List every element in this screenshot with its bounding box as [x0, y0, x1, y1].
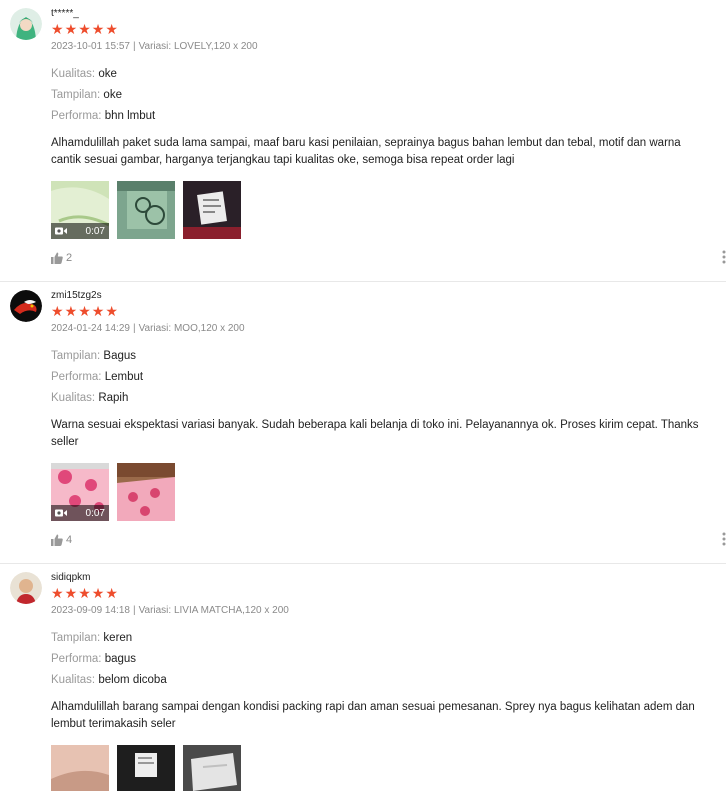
- star-icon: ★: [91, 21, 105, 37]
- review-item: zmi15tzg2s ★ ★ ★ ★ ★ 2024-01-24 14:29 | Va…: [0, 282, 726, 564]
- star-icon: ★: [78, 585, 91, 601]
- attribute-label: Kualitas:: [51, 68, 96, 80]
- avatar[interactable]: [10, 290, 42, 322]
- like-count: 4: [66, 534, 73, 546]
- review-media: 0:07: [51, 181, 726, 239]
- thumbs-up-icon: [51, 252, 63, 264]
- video-duration: 0:07: [85, 225, 105, 237]
- attribute-value: belom dicoba: [98, 674, 167, 686]
- review-video-thumbnail[interactable]: 0:07: [51, 181, 109, 239]
- review-author: zmi15tzg2s: [51, 290, 102, 301]
- variation-label: Variasi:: [138, 41, 172, 52]
- attribute-value: oke: [98, 68, 117, 80]
- variation-value: LIVIA MATCHA,120 x 200: [173, 605, 289, 616]
- review-image-thumbnail[interactable]: [183, 181, 241, 239]
- review-image-thumbnail[interactable]: [117, 745, 175, 791]
- attribute-label: Kualitas:: [51, 674, 96, 686]
- video-camera-icon: [55, 509, 67, 517]
- star-icon: ★: [51, 21, 64, 37]
- rating-stars: ★ ★ ★ ★ ★: [51, 585, 726, 601]
- star-icon: ★: [91, 585, 105, 601]
- attribute-value: bhn lmbut: [104, 110, 156, 122]
- review-attributes: Kualitas: oke Tampilan: oke Performa: bh…: [51, 67, 726, 130]
- like-count: 2: [66, 252, 73, 264]
- like-button[interactable]: 4: [51, 534, 72, 546]
- thumbs-up-icon: [51, 534, 63, 546]
- attribute-row: Performa: bagus: [51, 652, 726, 673]
- review-attributes: Tampilan: keren Performa: bagus Kualitas…: [51, 631, 726, 694]
- attribute-value: keren: [103, 632, 133, 644]
- attribute-row: Tampilan: Bagus: [51, 349, 726, 370]
- video-camera-icon: [55, 227, 67, 235]
- attribute-row: Tampilan: keren: [51, 631, 726, 652]
- star-icon: ★: [78, 303, 91, 319]
- star-icon: ★: [105, 21, 118, 37]
- review-author: sidiqpkm: [51, 572, 91, 583]
- variation-value: LOVELY,120 x 200: [173, 41, 258, 52]
- video-overlay: 0:07: [51, 505, 109, 521]
- attribute-label: Performa:: [51, 653, 102, 665]
- review-date: 2024-01-24 14:29: [51, 323, 130, 334]
- star-icon: ★: [105, 585, 118, 601]
- review-item: t*****_ ★ ★ ★ ★ ★ 2023-10-01 15:57 | Varia…: [0, 0, 726, 282]
- attribute-label: Kualitas:: [51, 392, 96, 404]
- attribute-label: Tampilan:: [51, 89, 101, 101]
- review-meta: 2024-01-24 14:29 | Variasi: MOO,120 x 200: [51, 323, 245, 334]
- attribute-row: Kualitas: Rapih: [51, 391, 726, 412]
- review-item: sidiqpkm ★ ★ ★ ★ ★ 2023-09-09 14:18 | Vari…: [0, 564, 726, 791]
- more-options-button[interactable]: [722, 250, 726, 264]
- review-date: 2023-09-09 14:18: [51, 605, 130, 616]
- review-date: 2023-10-01 15:57: [51, 41, 130, 52]
- star-icon: ★: [64, 21, 78, 37]
- attribute-row: Kualitas: belom dicoba: [51, 673, 726, 694]
- review-media: [51, 745, 726, 791]
- more-options-button[interactable]: [722, 532, 726, 546]
- attribute-row: Performa: bhn lmbut: [51, 109, 726, 130]
- review-comment: Warna sesuai ekspektasi variasi banyak. …: [51, 419, 699, 448]
- attribute-value: Lembut: [104, 371, 144, 383]
- variation-label: Variasi:: [138, 605, 172, 616]
- star-icon: ★: [64, 303, 78, 319]
- attribute-row: Performa: Lembut: [51, 370, 726, 391]
- star-icon: ★: [91, 303, 105, 319]
- review-image-thumbnail[interactable]: [183, 745, 241, 791]
- attribute-row: Tampilan: oke: [51, 88, 726, 109]
- star-icon: ★: [51, 303, 64, 319]
- video-overlay: 0:07: [51, 223, 109, 239]
- avatar[interactable]: [10, 572, 42, 604]
- attribute-label: Tampilan:: [51, 350, 101, 362]
- like-button[interactable]: 2: [51, 252, 72, 264]
- attribute-value: oke: [103, 89, 122, 101]
- attribute-value: Bagus: [103, 350, 137, 362]
- review-media: 0:07: [51, 463, 726, 521]
- review-comment: Alhamdulillah paket suda lama sampai, ma…: [51, 137, 681, 166]
- review-meta: 2023-10-01 15:57 | Variasi: LOVELY,120 x 2…: [51, 41, 258, 52]
- star-icon: ★: [105, 303, 118, 319]
- review-meta: 2023-09-09 14:18 | Variasi: LIVIA MATCHA,1…: [51, 605, 289, 616]
- attribute-value: Rapih: [98, 392, 129, 404]
- avatar[interactable]: [10, 8, 42, 40]
- more-vertical-icon: [722, 250, 726, 264]
- review-video-thumbnail[interactable]: 0:07: [51, 463, 109, 521]
- rating-stars: ★ ★ ★ ★ ★: [51, 303, 726, 319]
- review-author: t*****_: [51, 8, 79, 19]
- attribute-value: bagus: [104, 653, 137, 665]
- review-comment: Alhamdulillah barang sampai dengan kondi…: [51, 701, 695, 730]
- review-image-thumbnail[interactable]: [51, 745, 109, 791]
- video-duration: 0:07: [85, 507, 105, 519]
- variation-value: MOO,120 x 200: [173, 323, 245, 334]
- review-attributes: Tampilan: Bagus Performa: Lembut Kualita…: [51, 349, 726, 412]
- attribute-row: Kualitas: oke: [51, 67, 726, 88]
- more-vertical-icon: [722, 532, 726, 546]
- attribute-label: Tampilan:: [51, 632, 101, 644]
- attribute-label: Performa:: [51, 371, 102, 383]
- star-icon: ★: [78, 21, 91, 37]
- review-image-thumbnail[interactable]: [117, 463, 175, 521]
- star-icon: ★: [64, 585, 78, 601]
- star-icon: ★: [51, 585, 64, 601]
- attribute-label: Performa:: [51, 110, 102, 122]
- review-image-thumbnail[interactable]: [117, 181, 175, 239]
- rating-stars: ★ ★ ★ ★ ★: [51, 21, 726, 37]
- variation-label: Variasi:: [138, 323, 172, 334]
